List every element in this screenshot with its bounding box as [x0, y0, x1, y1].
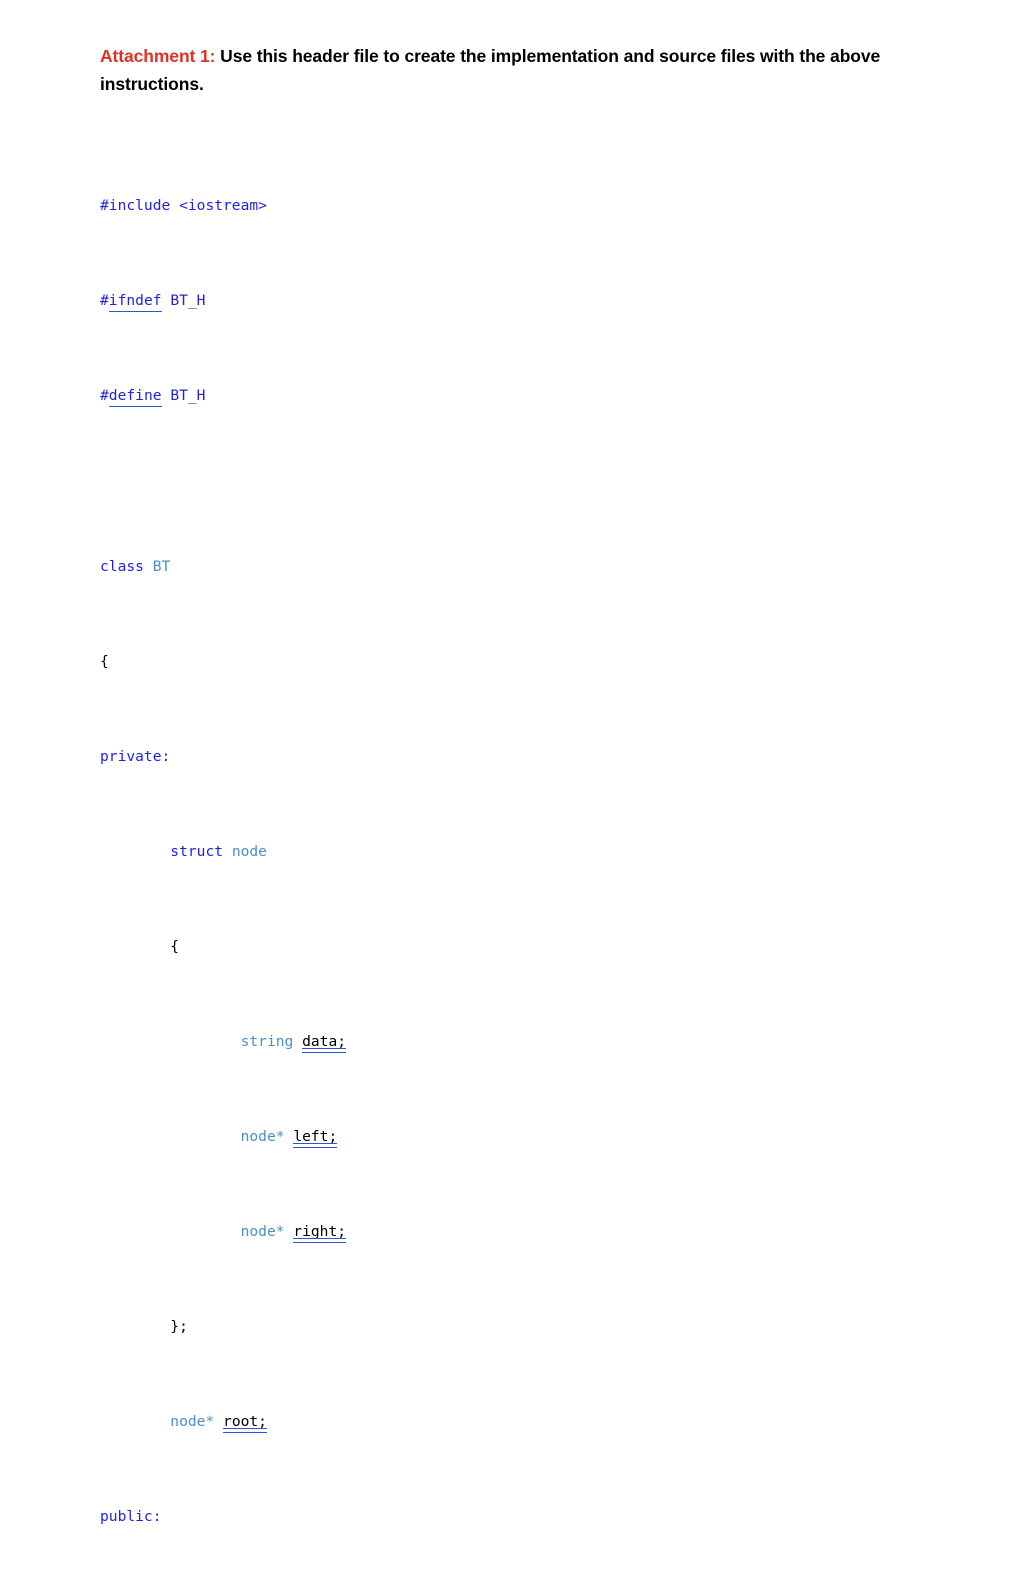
code-line-define: #define BT_H [100, 387, 206, 407]
token-field-data: data; [302, 1033, 347, 1053]
token-field-root: root; [223, 1413, 267, 1433]
token-class-name: BT [152, 558, 171, 575]
heading-body-text: Use this header file to create the imple… [100, 46, 881, 94]
code-line-class: class BT [100, 557, 980, 576]
token-include: #include [100, 197, 171, 214]
token-type-node-ptr-right: node* [240, 1223, 285, 1240]
code-listing: #include <iostream> #ifndef BT_H #define… [100, 120, 980, 1572]
code-line-private: private: [100, 747, 980, 766]
token-type-string: string [240, 1033, 294, 1050]
token-define: define [108, 387, 162, 407]
attachment-label: Attachment 1: [100, 46, 216, 66]
token-guard-define: BT_H [170, 387, 206, 404]
document-page: Attachment 1: Use this header file to cr… [0, 0, 1024, 1525]
token-struct-close: }; [170, 1318, 188, 1335]
code-line-struct-open: { [100, 937, 980, 956]
code-line-root: node* root; [100, 1412, 980, 1433]
code-line-field-data: string data; [100, 1032, 980, 1053]
code-line-public: public: [100, 1507, 980, 1526]
token-type-node-ptr-left: node* [240, 1128, 285, 1145]
token-field-right: right; [293, 1223, 347, 1243]
code-line-field-left: node* left; [100, 1127, 980, 1148]
code-line-blank-1 [100, 462, 980, 481]
token-class-keyword: class [100, 558, 144, 575]
token-struct-keyword: struct [170, 843, 224, 860]
code-line-field-right: node* right; [100, 1222, 980, 1243]
code-line-class-open: { [100, 652, 980, 671]
code-line-include: #include <iostream> [100, 196, 980, 215]
token-type-node-ptr-root: node* [170, 1413, 215, 1430]
token-brace-open: { [100, 653, 109, 670]
page-heading: Attachment 1: Use this header file to cr… [100, 42, 950, 98]
token-struct-brace-open: { [170, 938, 180, 955]
token-iostream: <iostream> [179, 197, 267, 214]
token-guard-ifndef: BT_H [170, 292, 206, 309]
token-ifndef: ifndef [108, 292, 162, 312]
token-private: private: [100, 748, 171, 765]
code-line-struct: struct node [100, 842, 980, 861]
token-struct-name: node [231, 843, 267, 860]
token-field-left: left; [293, 1128, 338, 1148]
code-line-ifndef: #ifndef BT_H [100, 292, 206, 312]
code-line-struct-close: }; [100, 1317, 980, 1336]
token-public: public: [100, 1508, 162, 1525]
